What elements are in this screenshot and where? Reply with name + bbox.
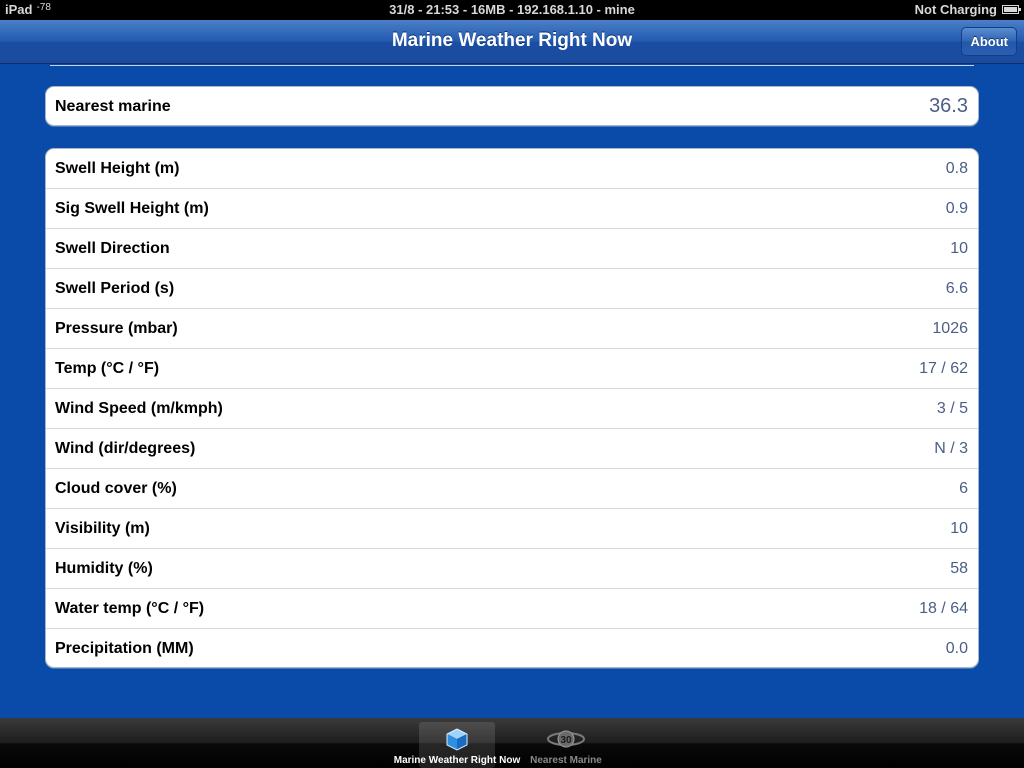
row-value: N / 3 — [934, 440, 968, 457]
row-label: Water temp (°C / °F) — [55, 600, 205, 617]
row-label: Temp (°C / °F) — [55, 360, 160, 377]
table-row[interactable]: Sig Swell Height (m) 0.9 — [46, 189, 978, 229]
row-value: 3 / 5 — [936, 400, 968, 417]
table-row[interactable]: Temp (°C / °F) 17 / 62 — [46, 349, 978, 389]
table-row[interactable]: Swell Period (s) 6.6 — [46, 269, 978, 309]
row-value: 18 / 64 — [919, 600, 968, 617]
row-label: Wind (dir/degrees) — [55, 440, 196, 457]
table-row[interactable]: Humidity (%) 58 — [46, 549, 978, 589]
status-info: 31/8 - 21:53 - 16MB - 192.168.1.10 - min… — [389, 2, 635, 17]
row-label: Sig Swell Height (m) — [55, 200, 209, 217]
charging-status: Not Charging — [914, 2, 997, 17]
row-value: 36.3 — [929, 95, 968, 117]
table-row[interactable]: Swell Direction 10 — [46, 229, 978, 269]
nearest-marine-group: Nearest marine 36.3 — [45, 86, 979, 126]
row-label: Nearest marine — [55, 98, 171, 115]
table-row[interactable]: Water temp (°C / °F) 18 / 64 — [46, 589, 978, 629]
status-bar: iPad -78 31/8 - 21:53 - 16MB - 192.168.1.… — [0, 0, 1024, 20]
row-value: 10 — [950, 520, 968, 537]
table-row[interactable]: Wind Speed (m/kmph) 3 / 5 — [46, 389, 978, 429]
row-label: Humidity (%) — [55, 560, 153, 577]
battery-icon — [1002, 5, 1021, 14]
row-value: 17 / 62 — [919, 360, 968, 377]
tab-label: Nearest Marine — [530, 755, 602, 766]
table-row[interactable]: Pressure (mbar) 1026 — [46, 309, 978, 349]
row-label: Visibility (m) — [55, 520, 150, 537]
table-row[interactable]: Wind (dir/degrees) N / 3 — [46, 429, 978, 469]
row-label: Cloud cover (%) — [55, 480, 177, 497]
row-value: 0.0 — [945, 640, 968, 657]
row-label: Swell Direction — [55, 240, 170, 257]
row-value: 0.8 — [945, 160, 968, 177]
row-label: Pressure (mbar) — [55, 320, 178, 337]
status-power: Not Charging — [914, 2, 1021, 17]
row-value: 6 — [959, 480, 968, 497]
row-label: Swell Period (s) — [55, 280, 175, 297]
table-row[interactable]: Visibility (m) 10 — [46, 509, 978, 549]
cube-icon — [446, 728, 468, 751]
table-row[interactable]: Precipitation (MM) 0.0 — [46, 629, 978, 667]
row-label: Precipitation (MM) — [55, 640, 194, 657]
weather-data-table: Swell Height (m) 0.8 Sig Swell Height (m… — [45, 148, 979, 668]
row-value: 10 — [950, 240, 968, 257]
about-button[interactable]: About — [961, 27, 1017, 56]
tab-marine-weather-right-now[interactable]: Marine Weather Right Now — [394, 722, 520, 768]
badge-number: 30 — [560, 735, 572, 746]
page-title: Marine Weather Right Now — [391, 30, 633, 51]
row-value: 58 — [950, 560, 968, 577]
nearest-marine-row[interactable]: Nearest marine 36.3 — [46, 87, 978, 125]
row-value: 6.6 — [945, 280, 968, 297]
row-value: 1026 — [932, 320, 968, 337]
table-row[interactable]: Cloud cover (%) 6 — [46, 469, 978, 509]
navigation-bar: Marine Weather Right Now About — [0, 20, 1024, 64]
row-label: Swell Height (m) — [55, 160, 180, 177]
30-badge-icon: 30 — [547, 730, 585, 748]
tab-nearest-marine[interactable]: 30 Nearest Marine — [528, 722, 604, 768]
tab-bar: Marine Weather Right Now 30 Nearest Mari… — [0, 718, 1024, 768]
row-value: 0.9 — [945, 200, 968, 217]
table-row[interactable]: Swell Height (m) 0.8 — [46, 149, 978, 189]
scrolled-section-edge — [50, 62, 974, 66]
row-label: Wind Speed (m/kmph) — [55, 400, 223, 417]
